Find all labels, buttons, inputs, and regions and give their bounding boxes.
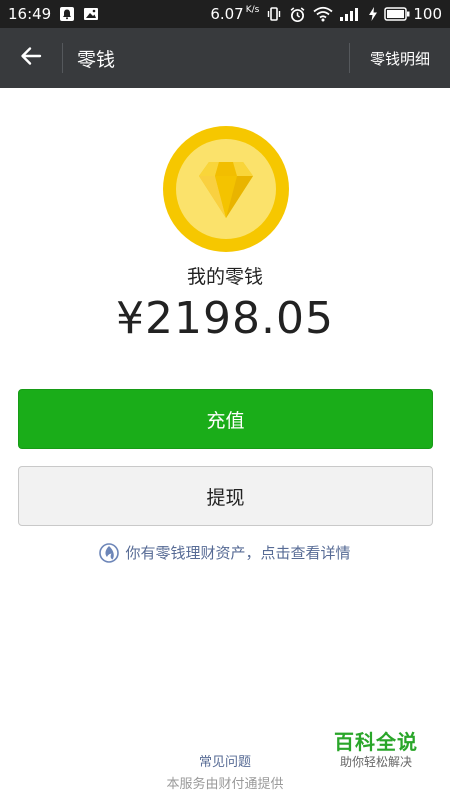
network-speed-value: 6.07 (210, 5, 244, 23)
watermark-subtitle: 助你轻松解决 (339, 755, 412, 769)
alarm-icon (289, 6, 306, 23)
back-button[interactable] (0, 28, 62, 88)
status-time: 16:49 (8, 5, 52, 23)
network-speed: 6.07 K/s (210, 5, 259, 23)
withdraw-button[interactable]: 提现 (18, 466, 433, 526)
status-right: 6.07 K/s 100 (210, 5, 442, 23)
watermark-logo: 百科全说 助你轻松解决 (324, 730, 428, 770)
network-speed-unit: K/s (245, 5, 260, 15)
coin-icon (163, 126, 289, 252)
signal-icon (340, 7, 362, 21)
vibrate-icon (266, 6, 282, 22)
nav-bar: 零钱 零钱明细 (0, 28, 450, 88)
battery-level: 100 (413, 5, 442, 23)
recharge-button[interactable]: 充值 (18, 389, 433, 449)
status-bar: 16:49 6.07 K/s 100 (0, 0, 450, 28)
balance-amount: ¥2198.05 (116, 293, 334, 344)
finance-assets-link[interactable]: 你有零钱理财资产，点击查看详情 (0, 542, 450, 563)
battery-icon: 100 (384, 5, 442, 23)
arrow-left-icon (20, 45, 42, 71)
watermark-title: 百科全说 (334, 730, 418, 754)
balance-label: 我的零钱 (186, 266, 263, 288)
finance-link-text: 你有零钱理财资产，点击查看详情 (125, 544, 351, 562)
wifi-icon (313, 6, 333, 22)
footer-note: 本服务由财付通提供 (166, 777, 284, 792)
nav-right: 零钱明细 (348, 28, 450, 88)
balance-details-button[interactable]: 零钱明细 (350, 28, 450, 88)
status-left: 16:49 (8, 5, 99, 23)
charging-icon (369, 7, 378, 21)
image-icon (83, 6, 99, 22)
wealth-icon (99, 542, 120, 563)
notification-bell-icon (59, 6, 75, 22)
page-title: 零钱 (77, 48, 116, 71)
